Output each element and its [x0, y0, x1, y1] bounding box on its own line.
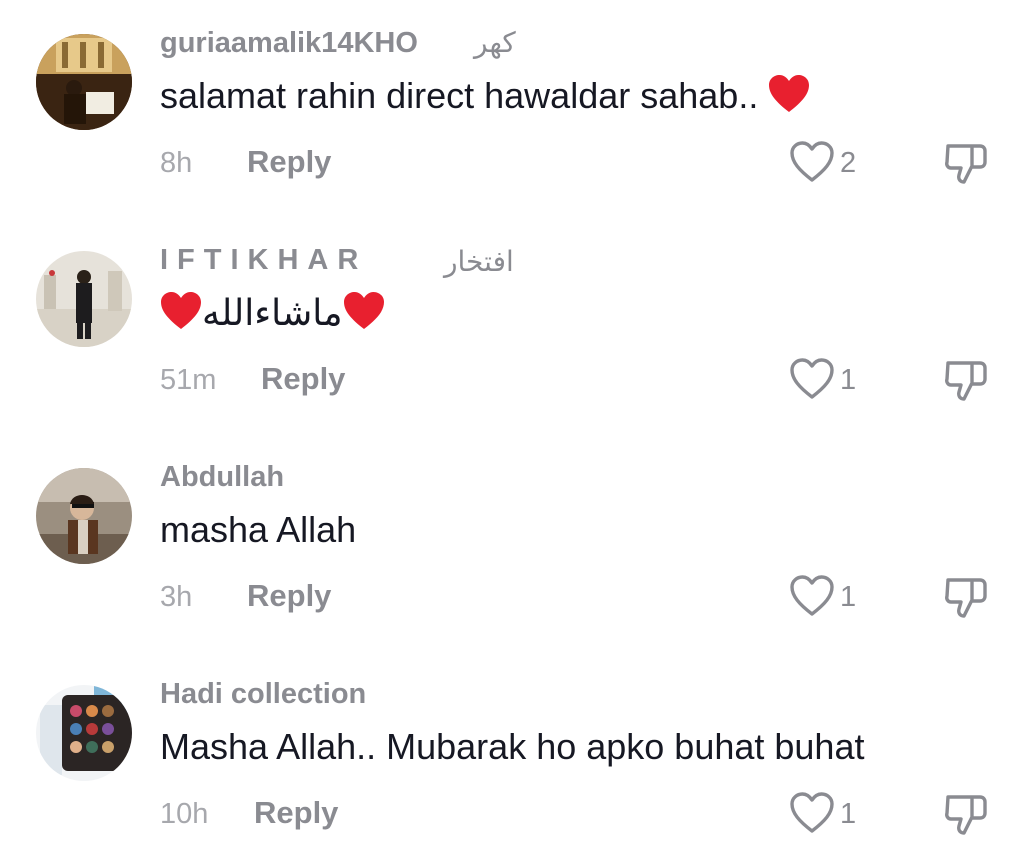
- comment-item: Abdullah masha Allah 3h Reply 1: [0, 434, 1024, 651]
- comment-username[interactable]: IFTIKHAR: [160, 243, 367, 277]
- comment-username[interactable]: Abdullah: [160, 460, 284, 494]
- thumbs-down-icon[interactable]: [942, 138, 990, 186]
- comment-item: guriaamalik14KHO کھر salamat rahin direc…: [0, 0, 1024, 217]
- comment-text-body: Masha Allah.. Mubarak ho apko buhat buha…: [160, 726, 865, 767]
- heart-outline-icon[interactable]: [788, 574, 836, 618]
- avatar[interactable]: [36, 251, 132, 347]
- like-count: 1: [840, 798, 857, 830]
- avatar[interactable]: [36, 685, 132, 781]
- comment-item: Hadi collection Masha Allah.. Mubarak ho…: [0, 651, 1024, 868]
- comment-text: masha Allah: [160, 508, 356, 552]
- comment-timestamp: 8h: [160, 147, 193, 179]
- red-heart-emoji: [768, 74, 810, 124]
- avatar[interactable]: [36, 468, 132, 564]
- reply-button[interactable]: Reply: [247, 145, 331, 179]
- reply-button[interactable]: Reply: [247, 579, 331, 613]
- comment-text-body: salamat rahin direct hawaldar sahab..: [160, 75, 759, 116]
- like-count: 1: [840, 364, 857, 396]
- red-heart-emoji: [160, 291, 202, 341]
- comment-timestamp: 3h: [160, 581, 193, 613]
- comment-username[interactable]: Hadi collection: [160, 677, 366, 711]
- comment-text-body: ماشاءالله: [202, 292, 343, 333]
- avatar[interactable]: [36, 34, 132, 130]
- thumbs-down-icon[interactable]: [942, 355, 990, 403]
- thumbs-down-icon[interactable]: [942, 572, 990, 620]
- red-heart-emoji: [343, 291, 385, 341]
- reply-button[interactable]: Reply: [254, 796, 338, 830]
- comment-text: ماشاءالله: [160, 291, 385, 341]
- comment-item: IFTIKHAR افتخار ماشاءالله 51m Reply 1: [0, 217, 1024, 434]
- comment-nickname-extra: افتخار: [444, 246, 514, 277]
- comment-text: salamat rahin direct hawaldar sahab..: [160, 74, 810, 124]
- comment-timestamp: 10h: [160, 798, 209, 830]
- heart-outline-icon[interactable]: [788, 791, 836, 835]
- heart-outline-icon[interactable]: [788, 357, 836, 401]
- like-count: 1: [840, 581, 857, 613]
- thumbs-down-icon[interactable]: [942, 789, 990, 837]
- reply-button[interactable]: Reply: [261, 362, 345, 396]
- comment-username[interactable]: guriaamalik14KHO: [160, 26, 418, 60]
- like-count: 2: [840, 147, 857, 179]
- comment-text-body: masha Allah: [160, 509, 357, 550]
- comment-timestamp: 51m: [160, 364, 217, 396]
- comment-nickname-extra: کھر: [474, 27, 516, 58]
- comment-text: Masha Allah.. Mubarak ho apko buhat buha…: [160, 725, 864, 769]
- heart-outline-icon[interactable]: [788, 140, 836, 184]
